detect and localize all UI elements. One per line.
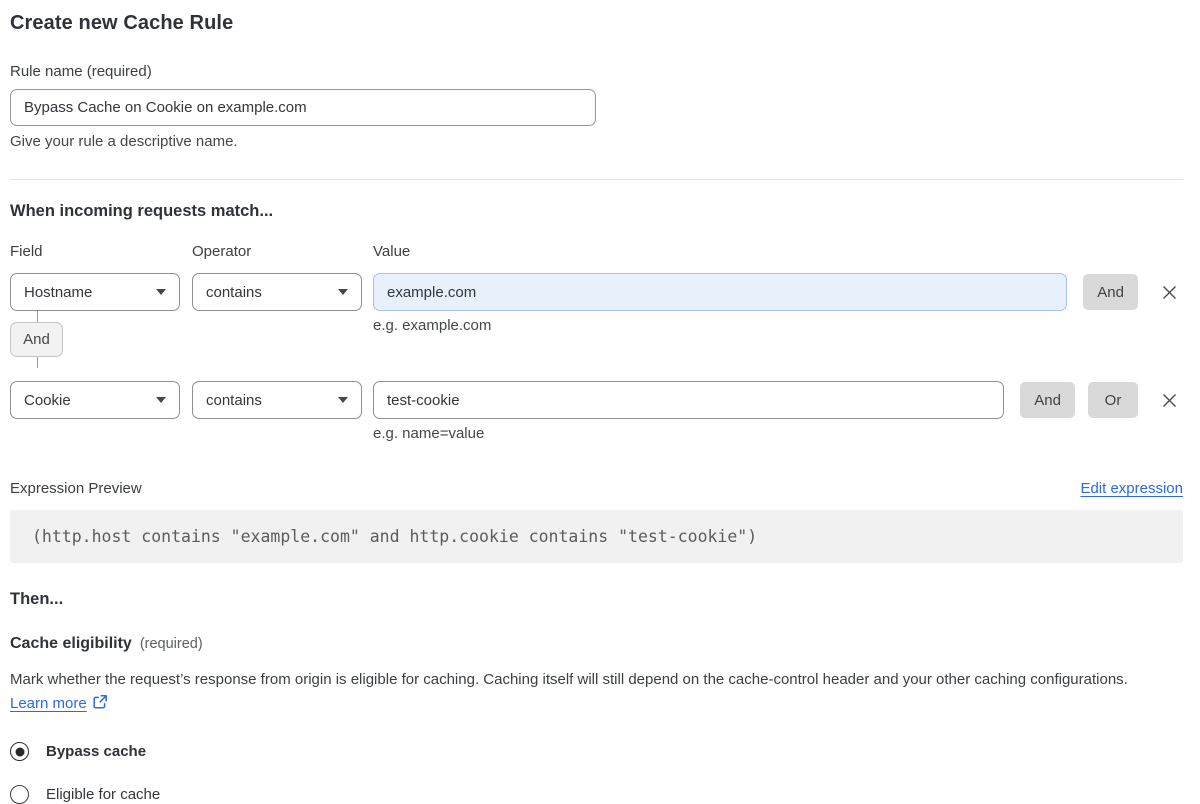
or-button[interactable]: Or: [1088, 382, 1138, 418]
description-text: Mark whether the request’s response from…: [10, 671, 1128, 688]
external-link-icon: [92, 694, 108, 718]
value-hint: e.g. name=value: [373, 425, 485, 442]
radio-option-eligible-for-cache[interactable]: Eligible for cache: [10, 785, 1183, 804]
cache-eligibility-options: Bypass cache Eligible for cache: [10, 742, 1183, 804]
learn-more-link[interactable]: Learn more: [10, 695, 87, 712]
condition-row: Hostname contains And: [10, 273, 1183, 311]
radio-label: Bypass cache: [46, 743, 147, 760]
and-button[interactable]: And: [1020, 382, 1075, 418]
radio-option-bypass-cache[interactable]: Bypass cache: [10, 742, 1183, 761]
operator-select[interactable]: contains: [192, 381, 362, 419]
value-column-label: Value: [373, 243, 411, 260]
rule-name-help: Give your rule a descriptive name.: [10, 133, 238, 150]
operator-column-label: Operator: [192, 243, 252, 260]
field-column-label: Field: [10, 243, 43, 260]
operator-select-value: contains: [206, 283, 262, 301]
rule-name-input[interactable]: [10, 89, 596, 126]
field-select[interactable]: Cookie: [10, 381, 180, 419]
then-heading: Then...: [10, 590, 64, 608]
remove-condition-button[interactable]: [1155, 277, 1183, 307]
close-icon: [1162, 285, 1176, 299]
create-cache-rule-page: Create new Cache Rule Rule name (require…: [0, 0, 1200, 804]
connector-zone: And e.g. example.com: [10, 311, 1183, 368]
expression-preview-label: Expression Preview: [10, 480, 142, 497]
field-select-value: Hostname: [24, 283, 93, 301]
expression-code: (http.host contains "example.com" and ht…: [10, 510, 1183, 563]
required-note: (required): [139, 636, 203, 652]
cache-eligibility-heading-row: Cache eligibility (required): [10, 635, 1183, 653]
chevron-down-icon: [338, 289, 348, 295]
edit-expression-link[interactable]: Edit expression: [1080, 480, 1183, 497]
chevron-down-icon: [156, 289, 166, 295]
and-connector-button[interactable]: And: [10, 322, 63, 357]
cache-eligibility-heading: Cache eligibility: [10, 635, 132, 652]
radio-icon[interactable]: [10, 742, 29, 761]
value-input[interactable]: [373, 381, 1005, 419]
and-button[interactable]: And: [1083, 274, 1138, 310]
chevron-down-icon: [156, 397, 166, 403]
chevron-down-icon: [338, 397, 348, 403]
operator-select[interactable]: contains: [192, 273, 362, 311]
value-input[interactable]: [373, 273, 1068, 311]
cache-eligibility-description: Mark whether the request’s response from…: [10, 668, 1162, 718]
remove-condition-button[interactable]: [1155, 385, 1183, 415]
close-icon: [1162, 393, 1176, 407]
condition-row: Cookie contains And Or: [10, 381, 1183, 419]
field-select-value: Cookie: [24, 391, 71, 409]
match-heading: When incoming requests match...: [10, 202, 274, 220]
section-divider: [10, 179, 1183, 180]
page-title: Create new Cache Rule: [10, 12, 234, 34]
field-select[interactable]: Hostname: [10, 273, 180, 311]
expression-header: Expression Preview Edit expression: [10, 480, 1183, 497]
rule-name-label: Rule name (required): [10, 63, 152, 80]
radio-label: Eligible for cache: [46, 786, 161, 803]
value-hint: e.g. example.com: [373, 317, 492, 334]
radio-icon[interactable]: [10, 785, 29, 804]
condition-column-labels: Field Operator Value: [10, 243, 1183, 260]
operator-select-value: contains: [206, 391, 262, 409]
